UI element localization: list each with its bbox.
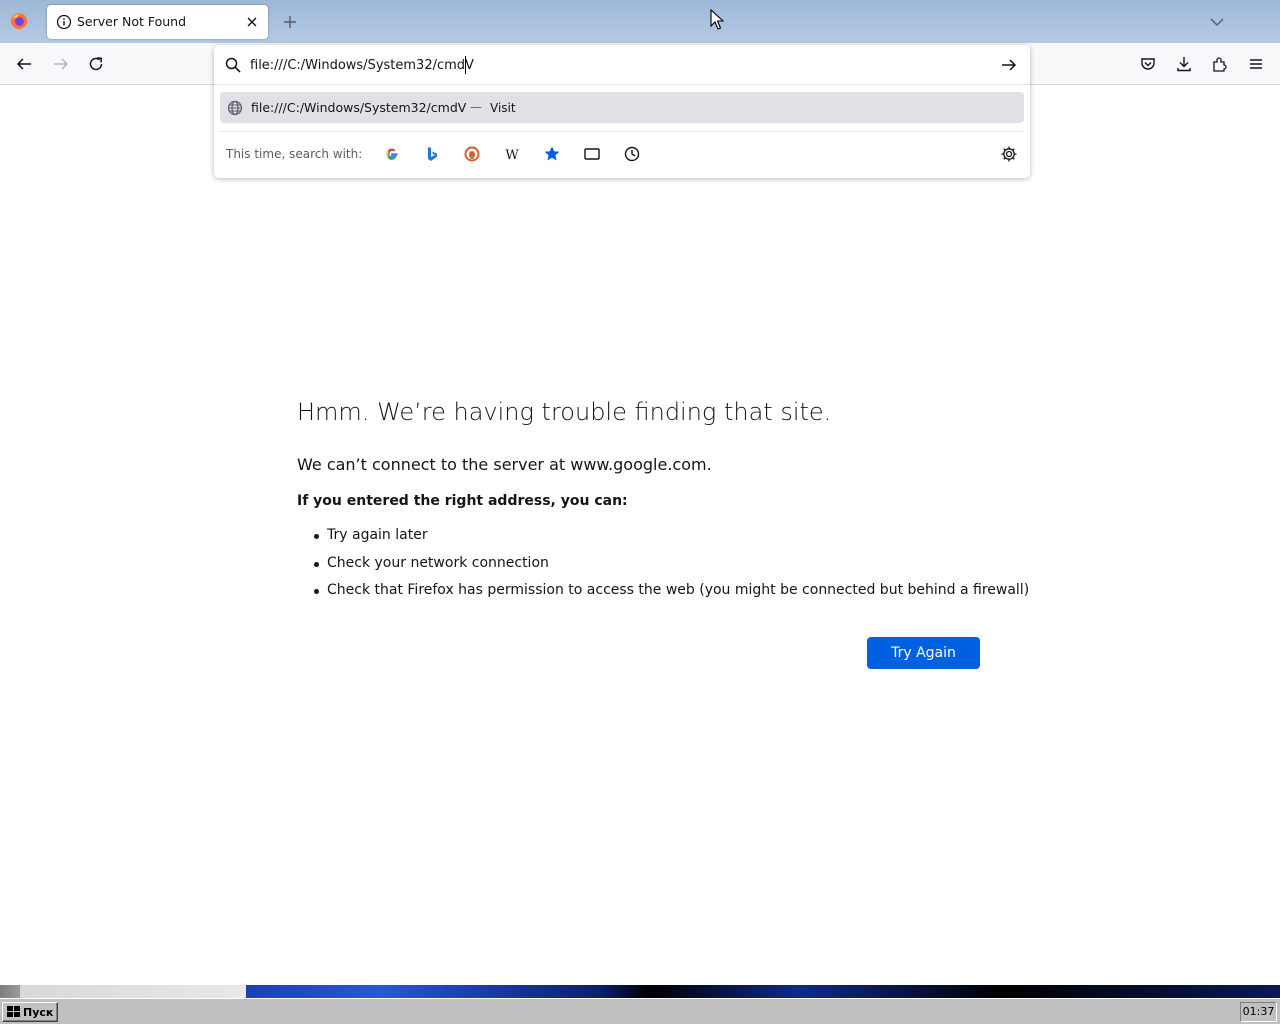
firefox-icon[interactable] — [10, 12, 28, 30]
google-icon[interactable] — [383, 145, 401, 163]
start-label: Пуск — [23, 1005, 54, 1019]
back-icon[interactable] — [15, 55, 33, 73]
list-item: Check that Firefox has permission to acc… — [313, 582, 1029, 610]
tab-title: Server Not Found — [77, 14, 187, 29]
suggestion-separator: — — [470, 100, 482, 114]
desktop-wallpaper-strip — [0, 985, 1280, 998]
start-button[interactable]: Пуск — [2, 1002, 58, 1022]
list-item: Try again later — [313, 527, 1029, 555]
svg-text:W: W — [505, 148, 519, 163]
windows-logo-icon — [7, 1006, 20, 1017]
duckduckgo-icon[interactable] — [463, 145, 481, 163]
divider — [220, 131, 1024, 132]
error-suggestions: Try again later Check your network conne… — [313, 527, 1029, 610]
tab-strip: Server Not Found — [0, 0, 1280, 43]
suggestion-action: Visit — [490, 101, 516, 115]
chevron-down-icon[interactable] — [1208, 13, 1226, 31]
info-icon — [56, 14, 72, 30]
suggestion-row[interactable]: file:///C:/Windows/System32/cmdV — Visit — [220, 92, 1024, 123]
extensions-icon[interactable] — [1211, 55, 1229, 73]
taskbar: Пуск 01:37 — [0, 998, 1280, 1024]
text-caret — [465, 56, 466, 74]
search-icon — [225, 57, 241, 73]
hamburger-menu-icon[interactable] — [1247, 55, 1265, 73]
search-with-label: This time, search with: — [226, 147, 363, 161]
globe-icon — [227, 100, 243, 116]
tab-server-not-found[interactable]: Server Not Found — [47, 5, 268, 39]
forward-icon[interactable] — [52, 55, 70, 73]
reload-icon[interactable] — [87, 55, 105, 73]
urlbar-popup: file:///C:/Windows/System32/cmdV — Visit… — [214, 45, 1030, 178]
error-title: Hmm. We’re having trouble finding that s… — [297, 398, 832, 426]
urlbar-input-row — [214, 45, 1030, 85]
clock: 01:37 — [1240, 1002, 1277, 1022]
list-item: Check your network connection — [313, 555, 1029, 583]
url-input[interactable] — [250, 55, 990, 75]
try-again-button[interactable]: Try Again — [867, 637, 980, 669]
new-tab-icon[interactable] — [280, 12, 300, 32]
mouse-cursor-icon — [710, 9, 724, 30]
suggestion-url: file:///C:/Windows/System32/cmdV — [251, 100, 467, 115]
error-description: We can’t connect to the server at www.go… — [297, 455, 712, 474]
bookmarks-icon[interactable] — [543, 145, 561, 163]
wikipedia-icon[interactable]: W — [503, 145, 521, 163]
gear-icon[interactable] — [1000, 145, 1018, 163]
bing-icon[interactable] — [423, 145, 441, 163]
history-icon[interactable] — [623, 145, 641, 163]
tabs-icon[interactable] — [583, 145, 601, 163]
go-arrow-icon[interactable] — [1000, 56, 1018, 74]
close-icon[interactable] — [244, 14, 260, 30]
pocket-icon[interactable] — [1139, 55, 1157, 73]
error-hint: If you entered the right address, you ca… — [297, 493, 628, 509]
downloads-icon[interactable] — [1175, 55, 1193, 73]
